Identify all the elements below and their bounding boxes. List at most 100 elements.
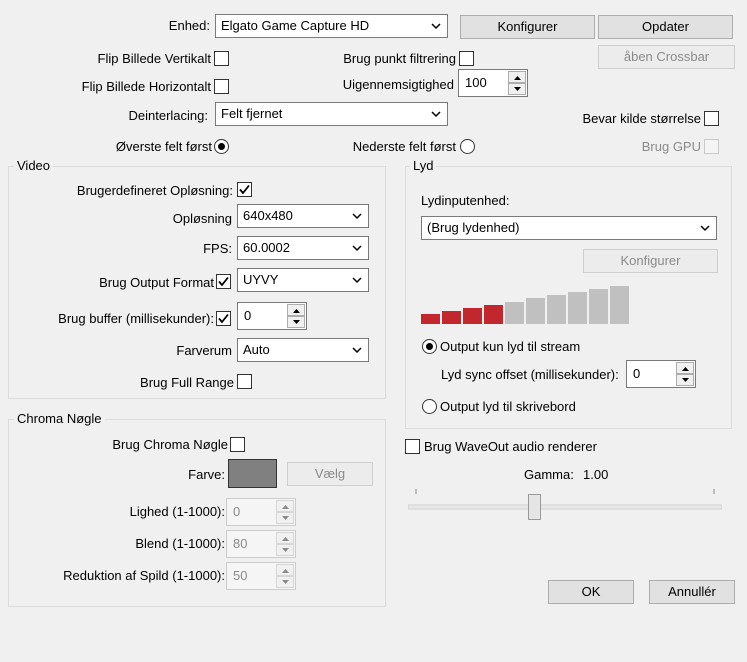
chroma-select-button[interactable]: Vælg	[287, 462, 373, 486]
spill-spinner[interactable]: 50	[226, 562, 296, 590]
point-filter-checkbox[interactable]	[459, 51, 474, 66]
output-format-checkbox[interactable]	[216, 274, 231, 289]
blend-value: 80	[233, 536, 248, 551]
output-format-select[interactable]: UYVY	[237, 268, 369, 292]
audio-meter-bar	[484, 304, 503, 324]
spill-down-button[interactable]	[276, 576, 294, 588]
similarity-down-button[interactable]	[276, 512, 294, 524]
top-field-first-radio[interactable]	[214, 139, 229, 154]
similarity-value: 0	[233, 504, 241, 519]
arrow-down-icon	[514, 87, 521, 91]
keep-source-size-label: Bevar kilde størrelse	[582, 111, 701, 126]
bottom-field-first-radio[interactable]	[460, 139, 475, 154]
audio-meter-bar	[589, 289, 608, 324]
resolution-select[interactable]: 640x480	[237, 204, 369, 228]
chevron-down-icon	[352, 213, 362, 220]
audio-level-meter	[421, 283, 631, 324]
update-button[interactable]: Opdater	[598, 15, 733, 39]
colorspace-label: Farverum	[176, 343, 232, 358]
checkmark-icon	[218, 276, 229, 287]
fps-select[interactable]: 60.0002	[237, 236, 369, 260]
arrow-up-icon	[682, 367, 689, 371]
similarity-up-button[interactable]	[276, 500, 294, 512]
point-filter-label: Brug punkt filtrering	[343, 51, 456, 66]
audio-meter-bar	[547, 295, 566, 324]
audio-meter-bar	[610, 286, 629, 324]
chevron-down-icon	[352, 277, 362, 284]
deinterlacing-select[interactable]: Felt fjernet	[215, 102, 448, 126]
buffer-down-button[interactable]	[287, 316, 305, 328]
similarity-spinner[interactable]: 0	[226, 498, 296, 526]
blend-label: Blend (1-1000):	[135, 536, 225, 551]
cancel-button[interactable]: Annullér	[649, 580, 735, 604]
device-label: Enhed:	[168, 18, 210, 33]
checkmark-icon	[218, 313, 229, 324]
arrow-up-icon	[293, 309, 300, 313]
arrow-up-icon	[282, 537, 289, 541]
blend-up-button[interactable]	[276, 532, 294, 544]
deinterlacing-label: Deinterlacing:	[128, 108, 209, 123]
resolution-value: 640x480	[243, 208, 293, 223]
blend-down-button[interactable]	[276, 544, 294, 556]
sync-offset-label: Lyd sync offset (millisekunder):	[441, 367, 619, 382]
output-desktop-radio[interactable]	[422, 399, 437, 414]
deinterlacing-value: Felt fjernet	[221, 106, 283, 121]
arrow-up-icon	[514, 76, 521, 80]
gamma-value: 1.00	[583, 467, 609, 482]
buffer-up-button[interactable]	[287, 304, 305, 316]
flip-vertical-checkbox[interactable]	[214, 51, 229, 66]
open-crossbar-button[interactable]: åben Crossbar	[598, 45, 735, 69]
gamma-slider-thumb[interactable]	[528, 494, 541, 520]
arrow-down-icon	[282, 548, 289, 552]
fps-label: FPS:	[203, 241, 232, 256]
arrow-down-icon	[293, 320, 300, 324]
fps-value: 60.0002	[243, 240, 290, 255]
audio-configure-button[interactable]: Konfigurer	[583, 249, 718, 273]
output-stream-radio[interactable]	[422, 339, 437, 354]
opacity-down-button[interactable]	[508, 83, 526, 95]
arrow-up-icon	[282, 569, 289, 573]
chevron-down-icon	[431, 111, 441, 118]
custom-resolution-label: Brugerdefineret Opløsning:	[76, 183, 233, 198]
flip-horizontal-checkbox[interactable]	[214, 79, 229, 94]
use-chroma-checkbox[interactable]	[230, 437, 245, 452]
audio-meter-bar	[568, 292, 587, 324]
arrow-down-icon	[682, 378, 689, 382]
checkmark-icon	[239, 184, 250, 195]
chroma-color-swatch[interactable]	[228, 459, 277, 488]
sync-offset-up-button[interactable]	[676, 362, 694, 374]
audio-input-device-label: Lydinputenhed:	[421, 193, 510, 208]
buffer-spinner[interactable]: 0	[237, 302, 307, 330]
spill-label: Reduktion af Spild (1-1000):	[63, 568, 225, 583]
gamma-slider[interactable]	[407, 486, 723, 526]
keep-source-size-checkbox[interactable]	[704, 111, 719, 126]
spill-up-button[interactable]	[276, 564, 294, 576]
device-configure-button[interactable]: Konfigurer	[460, 15, 595, 39]
use-chroma-label: Brug Chroma Nøgle	[112, 437, 228, 452]
full-range-checkbox[interactable]	[237, 374, 252, 389]
output-desktop-label: Output lyd til skrivebord	[440, 399, 576, 414]
gamma-label: Gamma:	[524, 467, 574, 482]
sync-offset-spinner[interactable]: 0	[626, 360, 696, 388]
chroma-group-title: Chroma Nøgle	[14, 411, 105, 427]
flip-vertical-label: Flip Billede Vertikalt	[97, 51, 211, 66]
custom-resolution-checkbox[interactable]	[237, 182, 252, 197]
audio-input-device-select[interactable]: (Brug lydenhed)	[421, 216, 717, 240]
opacity-up-button[interactable]	[508, 71, 526, 83]
ok-button[interactable]: OK	[548, 580, 634, 604]
use-gpu-label: Brug GPU	[641, 139, 701, 154]
full-range-label: Brug Full Range	[140, 375, 234, 390]
output-format-value: UYVY	[243, 272, 279, 287]
colorspace-select[interactable]: Auto	[237, 338, 369, 362]
device-select[interactable]: Elgato Game Capture HD	[215, 14, 448, 38]
opacity-spinner[interactable]: 100	[458, 69, 528, 97]
audio-meter-bar	[526, 298, 545, 324]
arrow-up-icon	[282, 505, 289, 509]
buffer-checkbox[interactable]	[216, 311, 231, 326]
waveout-checkbox[interactable]	[405, 439, 420, 454]
sync-offset-down-button[interactable]	[676, 374, 694, 386]
use-gpu-checkbox[interactable]	[704, 139, 719, 154]
blend-spinner[interactable]: 80	[226, 530, 296, 558]
chevron-down-icon	[352, 245, 362, 252]
top-field-first-label: Øverste felt først	[115, 139, 212, 154]
